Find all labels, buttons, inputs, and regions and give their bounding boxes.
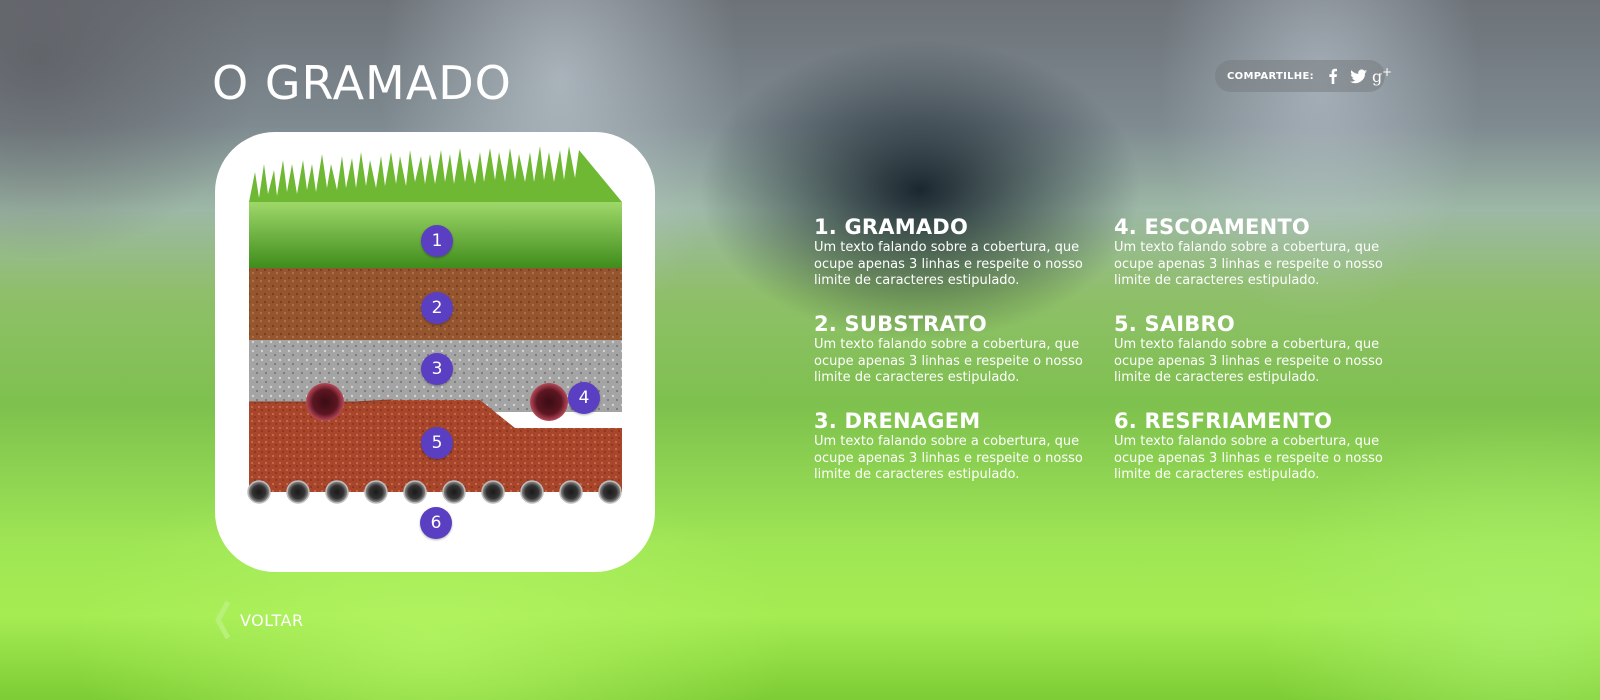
svg-text:+: + [1382, 65, 1392, 79]
info-title: 3. DRENAGEM [814, 409, 981, 433]
info-item-gramado: 1. GRAMADO Um texto falando sobre a cobe… [814, 214, 1094, 290]
info-text: Um texto falando sobre a cobertura, que … [814, 337, 1083, 385]
marker-4[interactable]: 4 [568, 382, 600, 414]
info-text: Um texto falando sobre a cobertura, que … [814, 434, 1083, 482]
info-title: 4. ESCOAMENTO [1114, 215, 1310, 239]
info-item-saibro: 5. SAIBRO Um texto falando sobre a cober… [1114, 311, 1394, 387]
marker-6[interactable]: 6 [420, 507, 452, 539]
google-plus-icon[interactable]: g + [1372, 65, 1394, 87]
info-title: 2. SUBSTRATO [814, 312, 987, 336]
info-text: Um texto falando sobre a cobertura, que … [1114, 434, 1383, 482]
info-item-escoamento: 4. ESCOAMENTO Um texto falando sobre a c… [1114, 214, 1394, 290]
soil-diagram-card: 1 2 3 4 5 6 [215, 132, 655, 572]
back-label: VOLTAR [240, 610, 304, 630]
marker-3[interactable]: 3 [421, 353, 453, 385]
twitter-icon[interactable] [1347, 65, 1369, 87]
info-title: 1. GRAMADO [814, 215, 968, 239]
page-title: O GRAMADO [212, 56, 512, 110]
info-title: 5. SAIBRO [1114, 312, 1235, 336]
share-bar: COMPARTILHE: g + [1215, 60, 1392, 92]
marker-5[interactable]: 5 [421, 427, 453, 459]
chevron-left-icon [215, 600, 231, 640]
info-text: Um texto falando sobre a cobertura, que … [1114, 337, 1383, 385]
info-item-drenagem: 3. DRENAGEM Um texto falando sobre a cob… [814, 408, 1094, 484]
svg-text:g: g [1372, 67, 1382, 86]
info-title: 6. RESFRIAMENTO [1114, 409, 1333, 433]
info-text: Um texto falando sobre a cobertura, que … [814, 240, 1083, 288]
share-label: COMPARTILHE: [1227, 70, 1314, 82]
facebook-icon[interactable] [1322, 65, 1344, 87]
info-item-resfriamento: 6. RESFRIAMENTO Um texto falando sobre a… [1114, 408, 1394, 484]
info-item-substrato: 2. SUBSTRATO Um texto falando sobre a co… [814, 311, 1094, 387]
back-button[interactable]: VOLTAR [214, 600, 304, 640]
marker-1[interactable]: 1 [421, 225, 453, 257]
info-text: Um texto falando sobre a cobertura, que … [1114, 240, 1383, 288]
marker-2[interactable]: 2 [421, 292, 453, 324]
soil-layers-illustration [247, 146, 622, 504]
